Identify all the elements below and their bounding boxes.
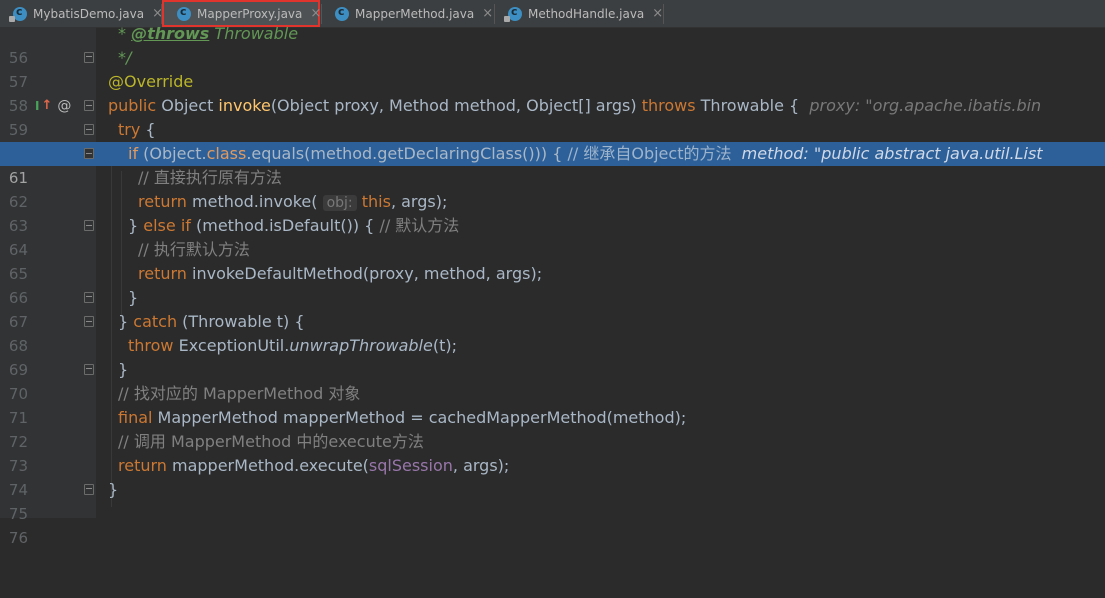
javadoc-text: Throwable (209, 24, 299, 43)
close-icon[interactable]: × (482, 6, 493, 21)
method-name: invoke (218, 96, 271, 115)
keyword: if (128, 144, 139, 163)
code-text: } (128, 288, 139, 307)
code-editor[interactable]: 56 * @throws Throwable 57 */ 58 @Overrid… (0, 24, 1105, 547)
tab-label: MethodHandle.java (528, 6, 645, 21)
code-line[interactable]: 62 // 直接执行原有方法 (0, 166, 1105, 211)
fold-marker-icon[interactable] (84, 100, 94, 111)
keyword: try (118, 120, 141, 139)
annotation: @Override (108, 72, 194, 91)
javadoc-text: */ (118, 48, 132, 67)
code-text: Throwable { (695, 96, 810, 115)
code-line[interactable]: 71 // 找对应的 MapperMethod 对象 (0, 382, 1105, 427)
fold-marker-icon[interactable] (84, 52, 94, 63)
code-line[interactable]: 59 I ↑ @ public Object invoke(Object proxy… (0, 94, 1105, 139)
fold-marker-icon[interactable] (84, 220, 94, 231)
static-method-call: unwrapThrowable (289, 336, 433, 355)
keyword: class (206, 144, 247, 163)
implements-method-icon[interactable]: I (35, 94, 39, 118)
fold-marker-icon[interactable] (84, 484, 94, 495)
code-text: Object (156, 96, 219, 115)
code-text: } (118, 312, 134, 331)
code-text: invokeDefaultMethod(proxy, method, args)… (186, 264, 543, 283)
code-text: (Object proxy, Method method, Object[] a… (270, 96, 642, 115)
code-line[interactable]: 75 } (0, 478, 1105, 523)
line-number: 76 (8, 529, 28, 547)
code-line[interactable]: 56 * @throws Throwable (0, 22, 1105, 67)
javadoc-text: * (118, 24, 132, 43)
tab-label: MybatisDemo.java (33, 6, 145, 21)
code-text: (t); (432, 336, 457, 355)
at-icon[interactable]: @ (57, 94, 71, 118)
code-text: ExceptionUtil. (173, 336, 290, 355)
code-line[interactable]: 69 throw ExceptionUtil.unwrapThrowable(t… (0, 334, 1105, 379)
fold-marker-icon[interactable] (84, 292, 94, 303)
comment: // 执行默认方法 (138, 240, 250, 259)
keyword: final (118, 408, 153, 427)
keyword: public (108, 96, 157, 115)
code-text: MapperMethod mapperMethod = cachedMapper… (152, 408, 687, 427)
keyword: return (138, 264, 187, 283)
fold-marker-icon[interactable] (84, 148, 94, 159)
code-text: } (108, 480, 119, 499)
keyword: throws (641, 96, 696, 115)
tab-label: MapperMethod.java (355, 6, 475, 21)
class-file-icon (504, 5, 522, 22)
code-line[interactable]: 65 // 执行默认方法 (0, 238, 1105, 283)
fold-marker-icon[interactable] (84, 364, 94, 375)
close-icon[interactable]: × (310, 6, 321, 21)
code-line[interactable]: 74 return mapperMethod.execute(sqlSessio… (0, 454, 1105, 499)
tab-label: MapperProxy.java (197, 6, 303, 21)
keyword: throw (128, 336, 174, 355)
up-arrow-icon[interactable]: ↑ (41, 94, 52, 118)
parameter-hint: obj: (322, 195, 357, 211)
code-text: (Object. (138, 144, 207, 163)
keyword: else if (143, 216, 191, 235)
field-reference: sqlSession (368, 456, 453, 475)
code-line[interactable]: 57 */ (0, 46, 1105, 91)
javadoc-tag: @throws (131, 24, 210, 43)
code-line[interactable]: 73 // 调用 MapperMethod 中的execute方法 (0, 430, 1105, 475)
code-text: } (118, 360, 129, 379)
class-file-icon (177, 5, 191, 21)
code-text: , args); (452, 456, 510, 475)
close-icon[interactable]: × (652, 6, 663, 21)
fold-marker-icon[interactable] (84, 316, 94, 327)
keyword: return (138, 192, 187, 211)
code-text: mapperMethod.execute( (166, 456, 369, 475)
code-line[interactable]: 72 final MapperMethod mapperMethod = cac… (0, 406, 1105, 451)
code-line[interactable]: 58 @Override (0, 70, 1105, 115)
code-line[interactable]: 76 (0, 502, 1105, 547)
code-line[interactable]: 64 } else if (method.isDefault()) { // 默… (0, 214, 1105, 259)
code-text: (method.isDefault()) { (190, 216, 380, 235)
keyword: catch (133, 312, 178, 331)
code-text: , args); (390, 192, 448, 211)
comment: // 继承自Object的方法 (567, 144, 732, 163)
code-line[interactable]: 63 return method.invoke( obj: this, args… (0, 190, 1105, 235)
code-line[interactable]: 68 } catch (Throwable t) { (0, 310, 1105, 355)
code-text: .equals(method.getDeclaringClass())) { (246, 144, 568, 163)
keyword: this (361, 192, 391, 211)
inline-debug-value: proxy: "org.apache.ibatis.bin (809, 96, 1042, 115)
keyword: return (118, 456, 167, 475)
class-file-icon (9, 5, 27, 22)
comment: // 默认方法 (379, 216, 460, 235)
code-line[interactable]: 67 } (0, 286, 1105, 331)
current-line[interactable]: 61 if (Object.class.equals(method.getDec… (0, 142, 1105, 187)
code-text: method.invoke( (186, 192, 323, 211)
class-file-icon (335, 5, 349, 21)
comment: // 直接执行原有方法 (138, 168, 282, 187)
code-text: (Throwable t) { (177, 312, 305, 331)
code-line[interactable]: 70 } (0, 358, 1105, 403)
code-text: } (128, 216, 144, 235)
comment: // 调用 MapperMethod 中的execute方法 (118, 432, 424, 451)
code-line[interactable]: 66 return invokeDefaultMethod(proxy, met… (0, 262, 1105, 307)
inline-debug-value: method: "public abstract java.util.List (731, 144, 1043, 163)
fold-marker-icon[interactable] (84, 124, 94, 135)
code-text: { (140, 120, 156, 139)
comment: // 找对应的 MapperMethod 对象 (118, 384, 361, 403)
code-line[interactable]: 60 try { (0, 118, 1105, 163)
